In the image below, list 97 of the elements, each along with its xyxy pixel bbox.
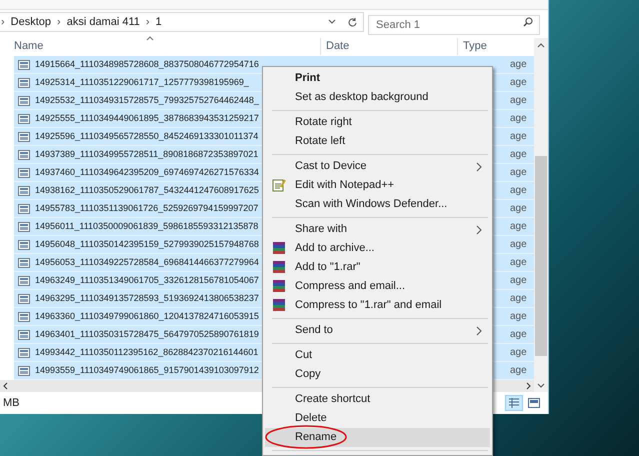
menu-item[interactable]: Set as desktop background (265, 88, 490, 107)
menu-item[interactable]: Rename (265, 428, 490, 447)
file-name: 14956048_1110350142395159_5279939025157948768 (35, 238, 259, 252)
file-type: age (510, 130, 528, 144)
breadcrumb-item[interactable]: aksi damai 411 (66, 14, 140, 30)
breadcrumb-chevron: › (1, 14, 5, 30)
image-file-icon (18, 186, 30, 196)
file-type: age (510, 256, 528, 270)
chevron-down-icon[interactable] (328, 19, 336, 25)
address-bar[interactable]: › Desktop › aksi damai 411 › 1 (0, 12, 364, 32)
menu-item[interactable]: Rotate right (265, 113, 490, 132)
file-name: 14963249_1110351349061705_3326128156781054067 (35, 274, 259, 288)
breadcrumb-chevron: › (146, 14, 150, 30)
stacked-books-icon (272, 260, 286, 274)
details-view-button[interactable] (505, 395, 523, 411)
image-icon (528, 398, 540, 408)
file-type: age (510, 346, 528, 360)
file-name: 14955783_1110351139061726_5259269794159997207 (35, 202, 258, 216)
file-type: age (510, 274, 528, 288)
file-type: age (510, 112, 528, 126)
menu-item[interactable]: Edit with Notepad++ (265, 176, 490, 195)
file-name: 14956011_1110350009061839_5986185593312135878 (35, 220, 258, 234)
menu-item[interactable]: Create shortcut (265, 390, 490, 409)
scroll-up-icon[interactable] (537, 42, 545, 48)
file-type: age (510, 310, 528, 324)
scroll-left-icon[interactable] (3, 382, 8, 390)
file-name: 14963295_1110349135728593_5193692413806538237 (35, 292, 259, 306)
image-file-icon (18, 312, 30, 322)
status-text: MB (3, 396, 20, 411)
file-name: 14925596_1110349565728550_8452469133301011374 (35, 130, 258, 144)
file-name: 14963360_1110349799061860_1204137824716053915 (35, 310, 259, 324)
image-file-icon (18, 96, 30, 106)
sort-caret-icon (146, 36, 154, 41)
file-type: age (510, 184, 528, 198)
menu-item[interactable]: Send to (265, 321, 490, 340)
file-name: 14925555_1110349449061895_3878683943531259217 (35, 112, 259, 126)
breadcrumb-item[interactable]: 1 (156, 14, 162, 30)
file-type: age (510, 58, 528, 72)
scroll-right-icon[interactable] (526, 382, 531, 390)
image-file-icon (18, 204, 30, 214)
search-icon (523, 17, 533, 27)
menu-item[interactable]: Delete (265, 409, 490, 428)
image-file-icon (18, 222, 30, 232)
file-name: 14925314_1110351229061717_1257779398195969_ (35, 76, 249, 90)
file-name: 14937460_1110349642395209_6974697426271576334 (35, 166, 259, 180)
column-header[interactable]: Date (320, 38, 457, 56)
file-type: age (510, 148, 528, 162)
file-type: age (510, 238, 528, 252)
vertical-scrollbar[interactable] (534, 38, 548, 392)
image-file-icon (18, 330, 30, 340)
list-icon (508, 398, 520, 408)
image-file-icon (18, 240, 30, 250)
menu-item[interactable]: Rotate left (265, 132, 490, 151)
menu-item[interactable]: Copy (265, 365, 490, 384)
image-file-icon (18, 348, 30, 358)
menu-item[interactable]: Cast to Device (265, 157, 490, 176)
file-name: 14963401_1110350315728475_5647970525890761819 (35, 328, 259, 342)
file-name: 14993442_1110350112395162_8628842370216144601 (35, 346, 258, 360)
image-file-icon (18, 366, 30, 376)
thumbnail-view-button[interactable] (525, 395, 543, 411)
breadcrumb-item[interactable]: Desktop (10, 14, 52, 30)
file-type: age (510, 94, 528, 108)
breadcrumb-chevron: › (57, 14, 61, 30)
image-file-icon (18, 258, 30, 268)
file-type: age (510, 364, 528, 378)
file-type: age (510, 76, 528, 90)
menu-item[interactable]: Scan with Windows Defender... (265, 195, 490, 214)
stacked-books-icon (272, 298, 286, 312)
file-type: age (510, 292, 528, 306)
image-file-icon (18, 114, 30, 124)
image-file-icon (18, 78, 30, 88)
file-name: 14938162_1110350529061787_5432441247608917625 (35, 184, 259, 198)
file-name: 14937389_1110349955728511_8908186872353897021 (35, 148, 258, 162)
notepad-icon (272, 178, 286, 192)
file-name: 14993559_1110349749061865_9157901439103097912 (35, 364, 259, 378)
menu-item[interactable]: Cut (265, 346, 490, 365)
file-type: age (510, 328, 528, 342)
scrollbar-thumb[interactable] (535, 156, 547, 356)
file-type: age (510, 202, 528, 216)
image-file-icon (18, 60, 30, 70)
stacked-books-icon (272, 279, 286, 293)
refresh-icon[interactable] (348, 16, 358, 28)
file-type: age (510, 220, 528, 234)
file-name: 14925532_1110349315728575_799325752764462448_ (35, 94, 259, 108)
stacked-books-icon (272, 241, 286, 255)
file-name: 14915664_1110348985728608_8837508046772954716 (35, 58, 259, 72)
file-type: age (510, 166, 528, 180)
image-file-icon (18, 132, 30, 142)
file-name: 14956053_1110349225728584_6968414466377279964 (35, 256, 259, 270)
search-field[interactable]: Search 1 (368, 15, 540, 35)
scroll-down-icon[interactable] (537, 383, 545, 389)
menu-item[interactable]: Share with (265, 220, 490, 239)
image-file-icon (18, 294, 30, 304)
column-header[interactable]: Name (0, 38, 320, 56)
image-file-icon (18, 150, 30, 160)
image-file-icon (18, 168, 30, 178)
image-file-icon (18, 276, 30, 286)
